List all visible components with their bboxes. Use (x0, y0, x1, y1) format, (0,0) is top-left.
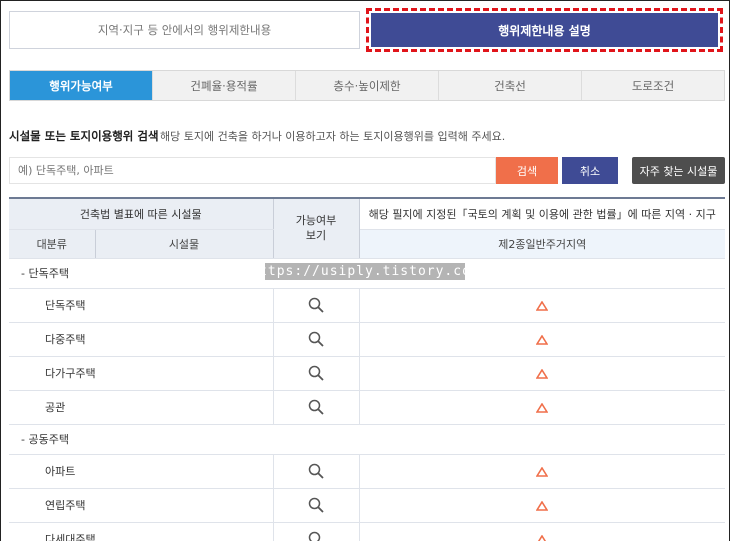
triangle-icon (537, 534, 547, 541)
group-label: - 공동주택 (9, 424, 725, 455)
tab-building-line[interactable]: 건축선 (438, 71, 581, 100)
facility-name: 공관 (9, 390, 273, 425)
table-row: 연립주택 (9, 488, 725, 523)
header-building-facilities: 건축법 별표에 따른 시설물 (9, 197, 273, 230)
header-facility: 시설물 (95, 229, 273, 259)
facility-name: 다가구주택 (9, 356, 273, 391)
table-row: 아파트 (9, 454, 725, 489)
group-row: - 공동주택 (9, 424, 725, 455)
search-description: 해당 토지에 건축을 하거나 이용하고자 하는 토지이용행위를 입력해 주세요. (160, 130, 506, 143)
triangle-icon (536, 334, 549, 345)
magnifier-icon[interactable] (308, 399, 324, 415)
view-cell (272, 288, 360, 323)
view-cell (272, 454, 360, 489)
triangle-icon (536, 300, 549, 311)
table-row: 다중주택 (9, 322, 725, 357)
result-cell (359, 390, 725, 425)
triangle-icon (536, 500, 549, 511)
result-cell (359, 454, 725, 489)
restriction-table: 건축법 별표에 따른 시설물 가능여부 보기 해당 필지에 지정된「국토의 계획 … (9, 197, 725, 541)
header-availability: 가능여부 보기 (272, 197, 360, 259)
magnifier-icon[interactable] (308, 497, 324, 513)
view-cell (272, 522, 360, 541)
search-input[interactable] (9, 157, 496, 184)
header-zone-law: 해당 필지에 지정된「국토의 계획 및 이용에 관한 법률」에 따른 지역 · … (359, 197, 725, 230)
header-category: 대분류 (9, 229, 96, 259)
magnifier-icon[interactable] (308, 463, 324, 479)
view-cell (272, 322, 360, 357)
triangle-icon (536, 368, 549, 379)
result-cell (359, 356, 725, 391)
magnifier-icon[interactable] (308, 365, 324, 381)
result-cell (359, 522, 725, 541)
search-button[interactable]: 검색 (496, 157, 558, 184)
table-row: 다가구주택 (9, 356, 725, 391)
favorites-button[interactable]: 자주 찾는 시설물 (632, 157, 725, 184)
result-cell (359, 488, 725, 523)
triangle-icon (536, 466, 549, 477)
result-cell (359, 322, 725, 357)
tab-height-limit[interactable]: 층수·높이제한 (295, 71, 438, 100)
magnifier-icon[interactable] (308, 331, 324, 347)
header-zone-name: 제2종일반주거지역 (359, 229, 725, 259)
facility-name: 연립주택 (9, 488, 273, 523)
magnifier-icon[interactable] (308, 531, 324, 541)
triangle-icon (536, 402, 549, 413)
top-tab-bar: 지역·지구 등 안에서의 행위제한내용 행위제한내용 설명 (9, 8, 725, 52)
table-row: 단독주택 (9, 288, 725, 323)
view-cell (272, 488, 360, 523)
cancel-button[interactable]: 취소 (562, 157, 618, 184)
tab-coverage-floor-ratio[interactable]: 건폐율·용적률 (152, 71, 295, 100)
tab-restriction-explanation-highlight[interactable]: 행위제한내용 설명 (366, 8, 723, 52)
table-row: 다세대주택 (9, 522, 725, 541)
table-row: 공관 (9, 390, 725, 425)
tab-road-conditions[interactable]: 도로조건 (581, 71, 724, 100)
search-row: 검색 취소 자주 찾는 시설물 (9, 157, 725, 184)
facility-name: 아파트 (9, 454, 273, 489)
magnifier-icon[interactable] (308, 297, 324, 313)
view-cell (272, 390, 360, 425)
result-cell (359, 288, 725, 323)
facility-name: 다세대주택 (9, 522, 273, 541)
tab-restriction-explanation[interactable]: 행위제한내용 설명 (371, 13, 718, 47)
watermark: https://usiply.tistory.com (250, 263, 480, 280)
tab-permit-availability[interactable]: 행위가능여부 (10, 71, 152, 100)
search-title: 시설물 또는 토지이용행위 검색 (9, 129, 159, 143)
view-cell (272, 356, 360, 391)
facility-name: 다중주택 (9, 322, 273, 357)
facility-name: 단독주택 (9, 288, 273, 323)
tab-zone-restrictions[interactable]: 지역·지구 등 안에서의 행위제한내용 (9, 11, 360, 49)
sub-tab-bar: 행위가능여부 건폐율·용적률 층수·높이제한 건축선 도로조건 (9, 70, 725, 101)
